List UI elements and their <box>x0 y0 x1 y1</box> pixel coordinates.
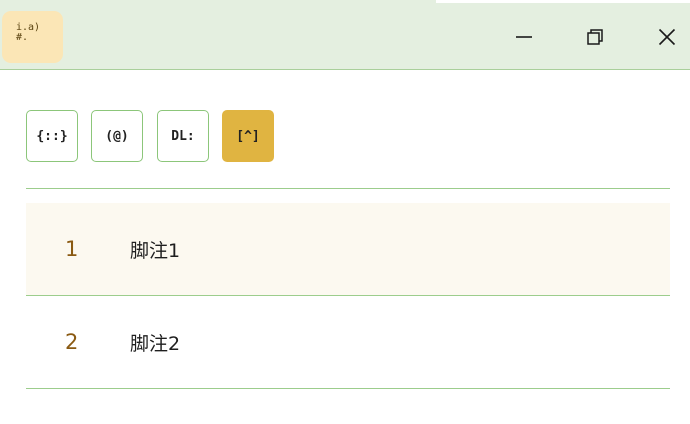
maximize-icon <box>587 29 603 45</box>
minimize-icon <box>516 36 532 38</box>
minimize-button[interactable] <box>508 21 540 53</box>
app-icon-glyph: i.a) #. <box>16 22 41 43</box>
close-button[interactable] <box>651 21 683 53</box>
divider <box>26 388 670 389</box>
item-text: 脚注2 <box>130 332 181 355</box>
close-icon <box>658 28 676 46</box>
title-bar-gap <box>436 0 690 3</box>
example-list-button[interactable]: (@) <box>91 110 143 162</box>
list-item[interactable]: 2 脚注2 <box>26 296 670 388</box>
item-text: 脚注1 <box>130 239 181 262</box>
definition-list-button[interactable]: DL: <box>157 110 209 162</box>
list-item[interactable]: 1 脚注1 <box>26 203 670 295</box>
footnote-list-button[interactable]: [^] <box>222 110 274 162</box>
title-bar: i.a) #. <box>0 0 690 70</box>
item-number: 1 <box>65 237 79 261</box>
maximize-button[interactable] <box>579 21 611 53</box>
attribute-list-button[interactable]: {::} <box>26 110 78 162</box>
numbered-list-icon: i.a) #. <box>2 11 63 63</box>
divider <box>26 188 670 189</box>
item-number: 2 <box>65 330 79 354</box>
